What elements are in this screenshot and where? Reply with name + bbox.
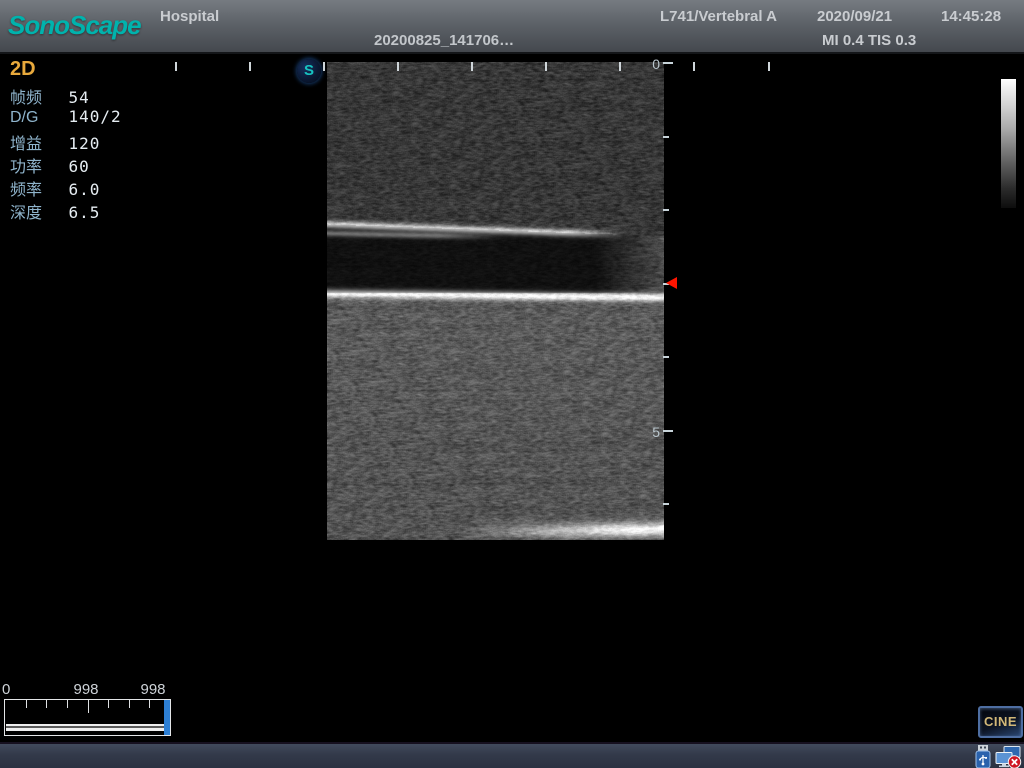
cine-button[interactable]: CINE (978, 706, 1023, 738)
sonoscape-logo: SonoScape (8, 10, 141, 41)
param-value: 60 (68, 157, 89, 176)
depth-ruler-tick (663, 136, 669, 138)
cine-handle[interactable] (164, 700, 170, 735)
cine-current-frame: 998 (66, 681, 106, 698)
system-time: 14:45:28 (941, 8, 1001, 25)
param-row-frequency: 频率 6.0 (10, 176, 100, 199)
param-label: 功率 (10, 153, 64, 177)
grayscale-bar (1001, 79, 1016, 208)
param-label: 频率 (10, 176, 64, 200)
depth-ruler-tick (663, 356, 669, 358)
param-value: 140/2 (68, 107, 121, 126)
cine-tick (108, 700, 109, 708)
param-label: 深度 (10, 199, 64, 223)
depth-label-5: 5 (644, 424, 660, 440)
cine-scrollbar[interactable] (4, 699, 171, 736)
param-row-power: 功率 60 (10, 153, 90, 176)
usb-icon[interactable] (974, 745, 992, 768)
depth-ruler-tick (663, 430, 673, 432)
probe-preset: L741/Vertebral A (660, 8, 777, 25)
cine-tick (46, 700, 47, 708)
top-ruler-tick (768, 62, 770, 71)
param-value: 6.0 (68, 180, 100, 199)
param-label: 增益 (10, 130, 64, 154)
cine-tick (26, 700, 27, 708)
ultrasound-screen: SonoScape Hospital 20200825_141706… L741… (0, 0, 1024, 768)
system-date: 2020/09/21 (817, 8, 892, 25)
mi-tis-readout: MI 0.4 TIS 0.3 (822, 32, 916, 49)
cine-tick (67, 700, 68, 708)
cine-total-frames: 998 (133, 681, 173, 698)
top-bar: SonoScape Hospital 20200825_141706… L741… (0, 0, 1024, 54)
cine-track[interactable] (6, 724, 169, 731)
mode-label: 2D (10, 58, 36, 81)
param-value: 6.5 (68, 203, 100, 222)
depth-ruler-tick (663, 209, 669, 211)
top-ruler-tick (619, 62, 621, 71)
cine-start-frame: 0 (2, 681, 10, 698)
param-row-depth: 深度 6.5 (10, 199, 100, 222)
cine-tick (129, 700, 130, 708)
top-ruler-tick (175, 62, 177, 71)
top-ruler-tick (397, 62, 399, 71)
param-label: D/G (10, 109, 64, 127)
ultrasound-image (327, 62, 664, 540)
param-value: 120 (68, 134, 100, 153)
network-disconnected-icon[interactable] (994, 746, 1022, 768)
top-ruler-tick (545, 62, 547, 71)
taskbar (0, 742, 1024, 768)
top-ruler-tick (693, 62, 695, 71)
param-label: 帧频 (10, 84, 64, 108)
probe-orientation-icon: S (297, 59, 321, 83)
cine-tick (149, 700, 150, 708)
param-row-framerate: 帧频 54 (10, 84, 90, 107)
hospital-name: Hospital (160, 8, 219, 25)
depth-ruler-tick (663, 503, 669, 505)
param-row-dg: D/G 140/2 (10, 107, 122, 130)
focus-marker-icon[interactable] (666, 277, 677, 289)
study-id: 20200825_141706… (374, 32, 514, 49)
depth-ruler-tick (663, 62, 673, 64)
param-row-gain: 增益 120 (10, 130, 100, 153)
param-value: 54 (68, 88, 89, 107)
depth-label-0: 0 (644, 56, 660, 72)
top-ruler-tick (323, 62, 325, 71)
cine-tick (88, 700, 89, 713)
top-ruler-tick (249, 62, 251, 71)
top-ruler-tick (471, 62, 473, 71)
